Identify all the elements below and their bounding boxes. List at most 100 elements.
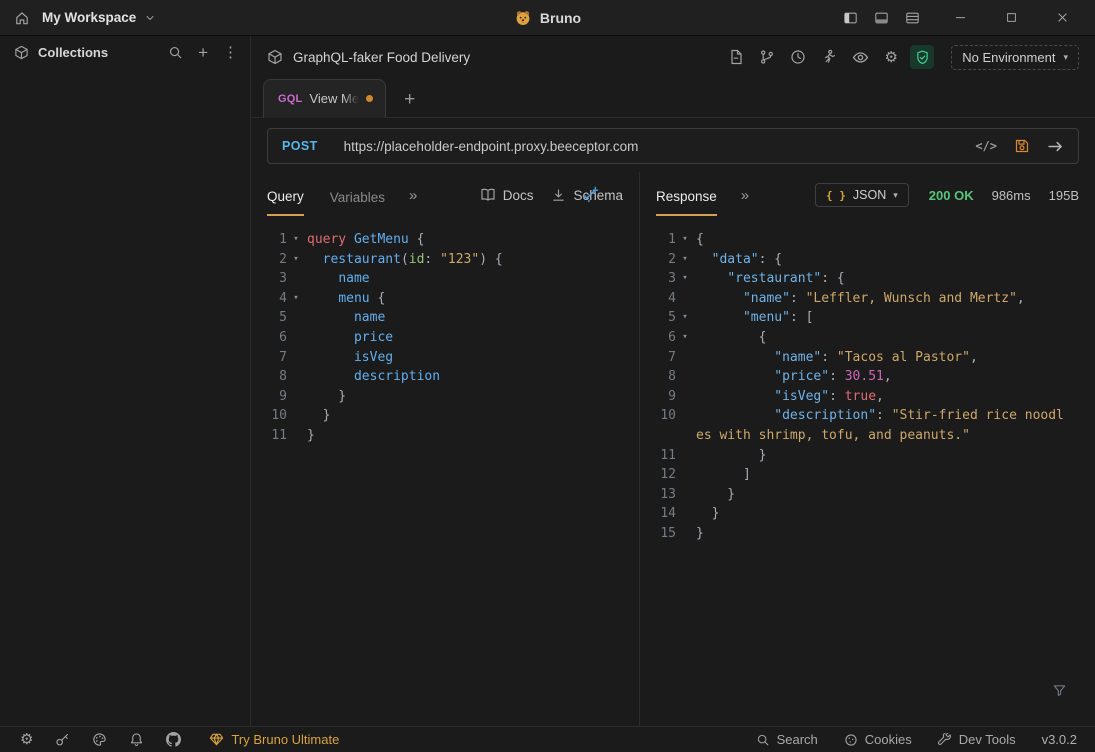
- line-number: 3: [259, 269, 287, 289]
- fold-arrow-icon[interactable]: ▾: [676, 308, 694, 328]
- response-pane-header: Response » { } JSON ▾ 200 OK 986ms 195B: [640, 172, 1095, 218]
- query-pane-header: Query Variables » Docs Schema: [251, 172, 639, 218]
- generate-code-icon[interactable]: </>: [975, 139, 997, 153]
- line-number: 6: [259, 328, 287, 348]
- maximize-button[interactable]: [993, 7, 1030, 28]
- git-branch-icon[interactable]: [755, 45, 779, 69]
- code-text: description: [307, 367, 440, 387]
- security-shield-check-icon[interactable]: [910, 45, 934, 69]
- toggle-bottom-panel-icon[interactable]: [866, 7, 897, 29]
- collection-settings-gear-icon[interactable]: ⚙: [879, 45, 903, 69]
- response-format-label: JSON: [853, 188, 886, 202]
- request-tab[interactable]: GQL View Me: [263, 79, 386, 118]
- unsaved-dot-icon[interactable]: [366, 95, 373, 102]
- fold-gutter: [676, 406, 694, 426]
- code-line: 8 description: [259, 367, 639, 387]
- more-tabs-chevron-icon[interactable]: »: [409, 187, 417, 204]
- line-number: 2: [648, 250, 676, 270]
- close-button[interactable]: [1044, 7, 1081, 28]
- code-text: "description": "Stir-fried rice noodl: [696, 406, 1064, 426]
- search-collections-icon[interactable]: [168, 45, 183, 60]
- response-size: 195B: [1049, 188, 1079, 203]
- bruno-app-window: My Workspace Bruno: [0, 0, 1095, 752]
- send-request-arrow-icon[interactable]: [1047, 138, 1064, 155]
- code-text: "menu": [: [696, 308, 813, 328]
- search-icon: [756, 733, 770, 747]
- environment-label: No Environment: [962, 50, 1055, 65]
- code-line: 12 ]: [648, 465, 1095, 485]
- fold-arrow-icon[interactable]: ▾: [676, 250, 694, 270]
- app-version: v3.0.2: [1042, 732, 1077, 747]
- theme-palette-icon[interactable]: [92, 732, 107, 747]
- statusbar: ⚙ Try Bruno Ultimate Search: [0, 726, 1095, 752]
- app-title: Bruno: [540, 10, 581, 26]
- add-collection-icon[interactable]: +: [198, 44, 208, 61]
- code-line: 11}: [259, 426, 639, 446]
- code-text: }: [696, 524, 704, 544]
- fold-gutter: [287, 328, 305, 348]
- history-clock-icon[interactable]: [786, 45, 810, 69]
- environment-selector[interactable]: No Environment ▾: [951, 45, 1079, 70]
- code-line: 11 }: [648, 446, 1095, 466]
- fold-arrow-icon[interactable]: ▾: [287, 230, 305, 250]
- workspace-switcher[interactable]: My Workspace: [42, 10, 156, 25]
- home-icon[interactable]: [14, 10, 30, 26]
- code-line: 5▾ "menu": [: [648, 308, 1095, 328]
- toggle-grid-panel-icon[interactable]: [897, 7, 928, 29]
- url-input[interactable]: https://placeholder-endpoint.proxy.beece…: [344, 139, 962, 154]
- code-text: "restaurant": {: [696, 269, 845, 289]
- cookies-button[interactable]: Cookies: [844, 732, 912, 747]
- tab-query[interactable]: Query: [267, 175, 304, 216]
- code-text: }: [696, 485, 735, 505]
- collection-file-icon[interactable]: [724, 45, 748, 69]
- line-number: 5: [259, 308, 287, 328]
- urlbar: POST https://placeholder-endpoint.proxy.…: [267, 128, 1079, 164]
- notifications-bell-icon[interactable]: [129, 732, 144, 747]
- devtools-button[interactable]: Dev Tools: [938, 732, 1016, 747]
- fold-gutter: [676, 367, 694, 387]
- line-number: 1: [259, 230, 287, 250]
- code-text: }: [307, 426, 315, 446]
- fold-arrow-icon[interactable]: ▾: [676, 269, 694, 289]
- fold-arrow-icon[interactable]: ▾: [287, 250, 305, 270]
- http-method[interactable]: POST: [282, 139, 318, 153]
- tab-response[interactable]: Response: [656, 175, 717, 216]
- preferences-gear-icon[interactable]: ⚙: [20, 732, 33, 747]
- fold-arrow-icon[interactable]: ▾: [676, 230, 694, 250]
- secrets-key-icon[interactable]: [55, 732, 70, 747]
- code-text: es with shrimp, tofu, and peanuts.": [696, 426, 970, 446]
- filter-funnel-icon[interactable]: [1052, 683, 1067, 698]
- fold-arrow-icon[interactable]: ▾: [676, 328, 694, 348]
- save-request-icon[interactable]: [1014, 138, 1030, 154]
- line-number: 15: [648, 524, 676, 544]
- new-tab-button[interactable]: +: [404, 90, 415, 109]
- caret-down-icon: ▾: [893, 190, 898, 201]
- graphql-query-editor[interactable]: 1▾query GetMenu {2▾ restaurant(id: "123"…: [251, 218, 639, 726]
- code-text: name: [307, 269, 370, 289]
- line-number: 11: [259, 426, 287, 446]
- line-number: 14: [648, 504, 676, 524]
- eye-icon[interactable]: [848, 45, 872, 69]
- upgrade-link[interactable]: Try Bruno Ultimate: [209, 732, 339, 747]
- line-number: 12: [648, 465, 676, 485]
- code-text: isVeg: [307, 348, 393, 368]
- tab-method-badge: GQL: [278, 93, 302, 105]
- toggle-left-panel-icon[interactable]: [835, 7, 866, 29]
- code-line: 6 price: [259, 328, 639, 348]
- minimize-button[interactable]: [942, 7, 979, 28]
- runner-icon[interactable]: [817, 45, 841, 69]
- docs-button[interactable]: Docs: [480, 187, 534, 203]
- response-format-selector[interactable]: { } JSON ▾: [815, 183, 909, 207]
- code-line: 8 "price": 30.51,: [648, 367, 1095, 387]
- search-button[interactable]: Search: [756, 732, 818, 747]
- code-line: 7 "name": "Tacos al Pastor",: [648, 348, 1095, 368]
- cookies-label: Cookies: [865, 732, 912, 747]
- prettify-wand-icon[interactable]: [582, 186, 599, 203]
- tab-variables[interactable]: Variables: [330, 176, 385, 215]
- response-more-chevron-icon[interactable]: »: [741, 187, 749, 204]
- collections-menu-icon[interactable]: ⋮: [223, 45, 238, 60]
- code-line: 2▾ restaurant(id: "123") {: [259, 250, 639, 270]
- github-icon[interactable]: [166, 732, 181, 747]
- fold-arrow-icon[interactable]: ▾: [287, 289, 305, 309]
- response-json-viewer[interactable]: 1▾{2▾ "data": {3▾ "restaurant": {4 "name…: [640, 218, 1095, 726]
